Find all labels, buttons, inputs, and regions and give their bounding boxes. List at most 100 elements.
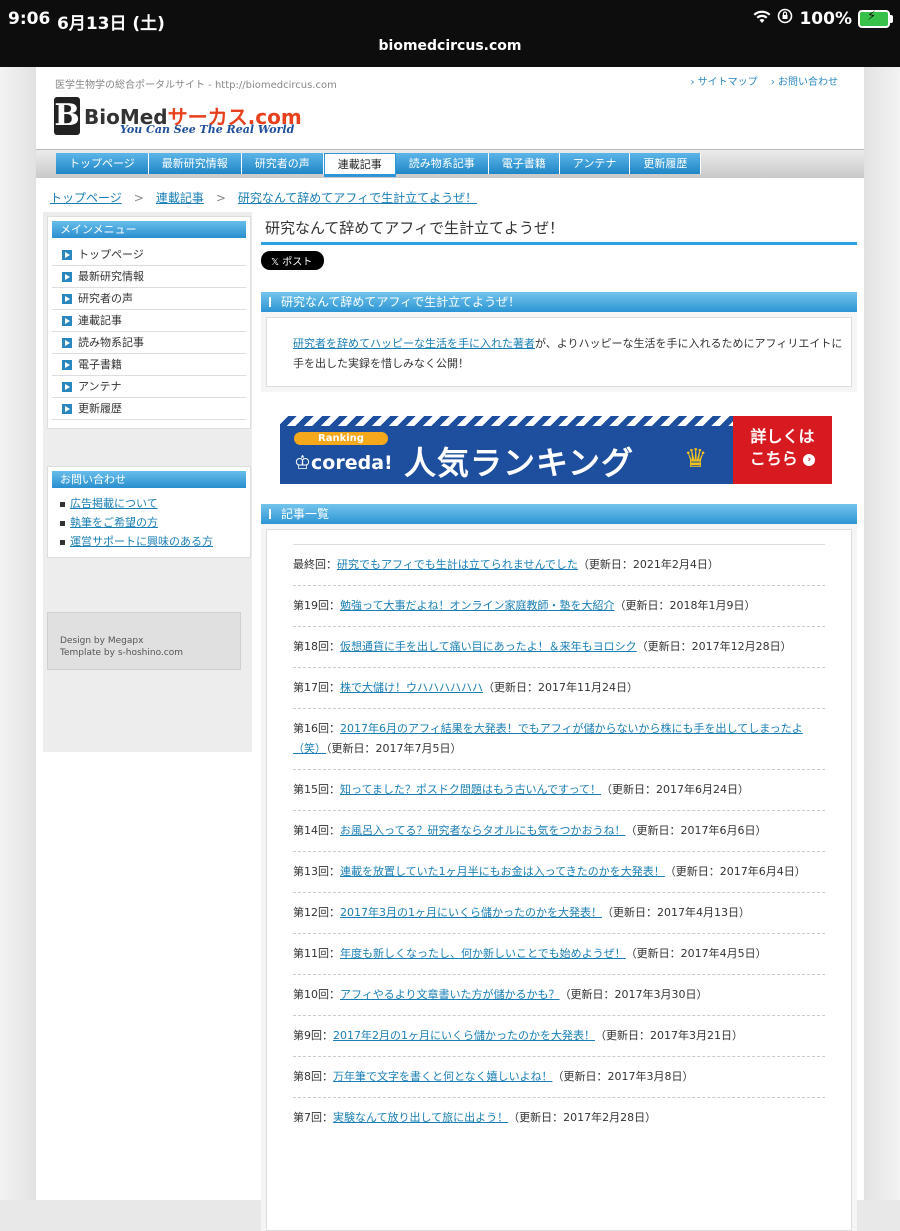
article-number: 第18回： (293, 640, 340, 653)
contact-ads[interactable]: 広告掲載について (52, 494, 246, 513)
sidebar-item-ebooks[interactable]: 電子書籍 (52, 354, 246, 376)
article-link[interactable]: 2017年3月の1ヶ月にいくら儲かったのかを大発表！ (340, 906, 602, 919)
article-date: （更新日：2017年3月21日） (595, 1029, 743, 1042)
article-link[interactable]: 万年筆で文字を書くと何となく嬉しいよね！ (333, 1070, 552, 1083)
breadcrumb-sep: > (215, 191, 226, 205)
article-link[interactable]: 2017年2月の1ヶ月にいくら儲かったのかを大発表！ (333, 1029, 595, 1042)
article-list: 最終回：研究でもアフィでも生計は立てられませんでした（更新日：2021年2月4日… (267, 530, 851, 1138)
contact-box: お問い合わせ 広告掲載について 執筆をご希望の方 運営サポートに興味のある方 (47, 466, 251, 558)
arrow-right-icon (62, 403, 72, 414)
status-time: 9:06 (8, 9, 51, 29)
banner-headline: 人気ランキング (404, 444, 635, 482)
url-bar[interactable]: biomedcircus.com (0, 38, 900, 54)
sidebar-item-history[interactable]: 更新履歴 (52, 398, 246, 420)
contact-writing[interactable]: 執筆をご希望の方 (52, 513, 246, 532)
contact-title: お問い合わせ (52, 471, 246, 488)
article-link[interactable]: 連載を放置していた1ヶ月半にもお金は入ってきたのかを大発表！ (340, 865, 665, 878)
article-date: （更新日：2017年3月30日） (559, 988, 708, 1001)
article-row: 第10回：アフィやるより文章書いた方が儲かるかも？（更新日：2017年3月30日… (293, 974, 825, 1015)
article-number: 最終回： (293, 558, 337, 571)
nav-latest-research[interactable]: 最新研究情報 (148, 153, 242, 174)
article-row: 最終回：研究でもアフィでも生計は立てられませんでした（更新日：2021年2月4日… (293, 544, 825, 585)
author-link[interactable]: 研究者を辞めてハッピーな生活を手に入れた著者 (293, 337, 535, 350)
battery-percent: 100% (799, 8, 852, 29)
nav-top[interactable]: トップページ (56, 153, 149, 174)
credit-template: Template by s-hoshino.com (60, 648, 184, 658)
contact-link[interactable]: お問い合わせ (771, 77, 838, 88)
wifi-icon (753, 9, 771, 29)
nav-ebooks[interactable]: 電子書籍 (488, 153, 560, 174)
arrow-circle-icon: › (803, 453, 816, 466)
site-logo[interactable]: B BioMedサーカス.com You Can See The Real Wo… (54, 97, 302, 136)
article-list-box: 最終回：研究でもアフィでも生計は立てられませんでした（更新日：2021年2月4日… (261, 524, 857, 1231)
sidebar-item-voice[interactable]: 研究者の声 (52, 288, 246, 310)
article-link[interactable]: 実験なんて放り出して旅に出よう！ (333, 1111, 508, 1124)
nav-researcher-voice[interactable]: 研究者の声 (241, 153, 324, 174)
coreda-logo: ♔coreda! (294, 452, 393, 474)
main-content: 研究なんて辞めてアフィで生計立てようぜ！ 𝕏 ポスト 研究なんて辞めてアフィで生… (261, 217, 857, 1231)
nav-bar: トップページ 最新研究情報 研究者の声 連載記事 読み物系記事 電子書籍 アンテ… (36, 149, 864, 178)
article-link[interactable]: 株で大儲け！ウハハハハハハ (340, 681, 483, 694)
article-link[interactable]: 仮想通貨に手を出して痛い目にあったよ！＆来年もヨロシク (340, 640, 637, 653)
article-link[interactable]: 勉強って大事だよね！オンライン家庭教師・塾を大紹介 (340, 599, 614, 612)
article-date: （更新日：2017年11月24日） (483, 681, 638, 694)
article-row: 第13回：連載を放置していた1ヶ月半にもお金は入ってきたのかを大発表！（更新日：… (293, 851, 825, 892)
article-number: 第9回： (293, 1029, 333, 1042)
intro-box: 研究者を辞めてハッピーな生活を手に入れた著者が、よりハッピーな生活を手に入れるた… (261, 312, 857, 392)
article-link[interactable]: アフィやるより文章書いた方が儲かるかも？ (340, 988, 560, 1001)
article-date: （更新日：2017年4月5日） (625, 947, 767, 960)
breadcrumb-series[interactable]: 連載記事 (156, 191, 204, 205)
contact-support[interactable]: 運営サポートに興味のある方 (52, 532, 246, 551)
article-row: 第18回：仮想通貨に手を出して痛い目にあったよ！＆来年もヨロシク（更新日：201… (293, 626, 825, 667)
arrow-right-icon (62, 359, 72, 370)
breadcrumb-top[interactable]: トップページ (50, 191, 122, 205)
article-row: 第7回：実験なんて放り出して旅に出よう！（更新日：2017年2月28日） (293, 1097, 825, 1138)
series-section-title: 研究なんて辞めてアフィで生計立てようぜ！ (261, 292, 857, 312)
breadcrumb-current[interactable]: 研究なんて辞めてアフィで生計立てようぜ！ (238, 191, 477, 205)
arrow-right-icon (62, 315, 72, 326)
arrow-right-icon (62, 271, 72, 282)
article-link[interactable]: 知ってました？ポスドク問題はもう古いんですって！ (340, 783, 601, 796)
status-icons: 100% ⚡ (753, 8, 893, 29)
right-background (864, 67, 900, 1200)
nav-antenna[interactable]: アンテナ (559, 153, 631, 174)
article-list-title: 記事一覧 (261, 504, 857, 524)
article-row: 第9回：2017年2月の1ヶ月にいくら儲かったのかを大発表！（更新日：2017年… (293, 1015, 825, 1056)
main-menu-title: メインメニュー (52, 221, 246, 238)
article-row: 第14回：お風呂入ってる？研究者ならタオルにも気をつかおうね！（更新日：2017… (293, 810, 825, 851)
article-number: 第10回： (293, 988, 340, 1001)
left-background (0, 67, 36, 1200)
article-link[interactable]: 年度も新しくなったし、何か新しいことでも始めようぜ！ (340, 947, 626, 960)
sidebar-item-antenna[interactable]: アンテナ (52, 376, 246, 398)
logo-subtitle: You Can See The Real World (120, 123, 295, 136)
article-date: （更新日：2017年6月6日） (625, 824, 767, 837)
nav-series[interactable]: 連載記事 (323, 153, 396, 177)
crown-icon: ♛ (684, 444, 708, 474)
sidebar-item-series[interactable]: 連載記事 (52, 310, 246, 332)
article-number: 第14回： (293, 824, 340, 837)
article-date: （更新日：2017年2月28日） (508, 1111, 657, 1124)
ranking-banner[interactable]: Ranking ♔coreda! 人気ランキング ♛ 詳しくは こちら › (280, 416, 832, 484)
article-date: （更新日：2017年3月8日） (552, 1070, 694, 1083)
sitemap-link[interactable]: サイトマップ (690, 77, 757, 88)
nav-reading[interactable]: 読み物系記事 (395, 153, 489, 174)
battery-icon: ⚡ (858, 9, 893, 28)
article-link[interactable]: お風呂入ってる？研究者ならタオルにも気をつかおうね！ (340, 824, 625, 837)
article-row: 第8回：万年筆で文字を書くと何となく嬉しいよね！（更新日：2017年3月8日） (293, 1056, 825, 1097)
sidebar-item-reading[interactable]: 読み物系記事 (52, 332, 246, 354)
breadcrumb: トップページ > 連載記事 > 研究なんて辞めてアフィで生計立てようぜ！ (50, 189, 477, 206)
site-tagline: 医学生物学の総合ポータルサイト - http://biomedcircus.co… (55, 80, 337, 91)
main-menu-box: メインメニュー トップページ 最新研究情報 研究者の声 連載記事 読み物系記事 … (47, 216, 251, 429)
banner-cta[interactable]: 詳しくは こちら › (733, 416, 832, 484)
sidebar-item-latest[interactable]: 最新研究情報 (52, 266, 246, 288)
x-post-button[interactable]: 𝕏 ポスト (261, 251, 325, 270)
nav-history[interactable]: 更新履歴 (630, 153, 702, 174)
sidebar-item-top[interactable]: トップページ (52, 244, 246, 266)
article-number: 第11回： (293, 947, 340, 960)
article-row: 第11回：年度も新しくなったし、何か新しいことでも始めようぜ！（更新日：2017… (293, 933, 825, 974)
article-date: （更新日：2017年6月4日） (664, 865, 806, 878)
article-link[interactable]: 研究でもアフィでも生計は立てられませんでした (337, 558, 578, 571)
breadcrumb-sep: > (133, 191, 144, 205)
article-row: 第17回：株で大儲け！ウハハハハハハ（更新日：2017年11月24日） (293, 667, 825, 708)
article-number: 第16回： (293, 722, 340, 735)
